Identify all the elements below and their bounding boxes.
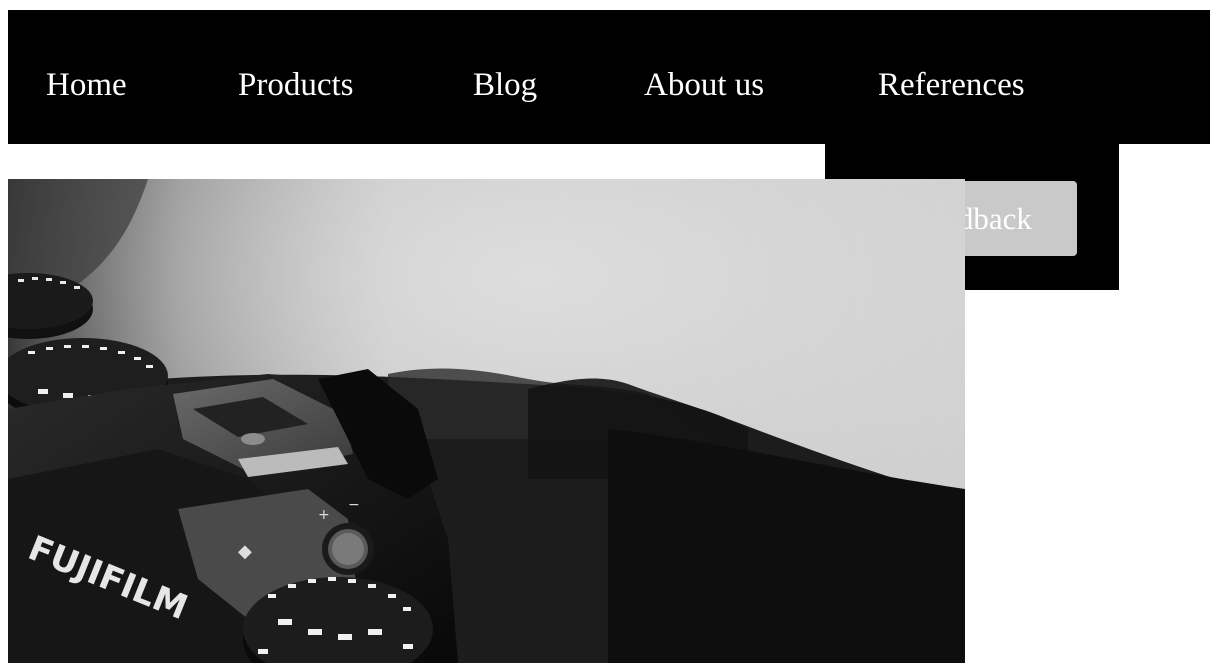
hero-image: ◆ + − FUJIFILM [8,179,965,663]
svg-text:−: − [348,497,360,513]
nav-item-references[interactable]: References [878,68,1025,102]
nav-item-blog[interactable]: Blog [473,68,537,102]
nav-item-home[interactable]: Home [46,68,127,102]
nav-item-about-us[interactable]: About us [644,68,764,102]
nav-item-products[interactable]: Products [238,68,354,102]
svg-text:◆: ◆ [238,541,252,562]
camera-photo: ◆ + − FUJIFILM [8,179,965,663]
main-navbar: Home Products Blog About us References [8,10,1210,144]
svg-text:+: + [318,507,330,523]
